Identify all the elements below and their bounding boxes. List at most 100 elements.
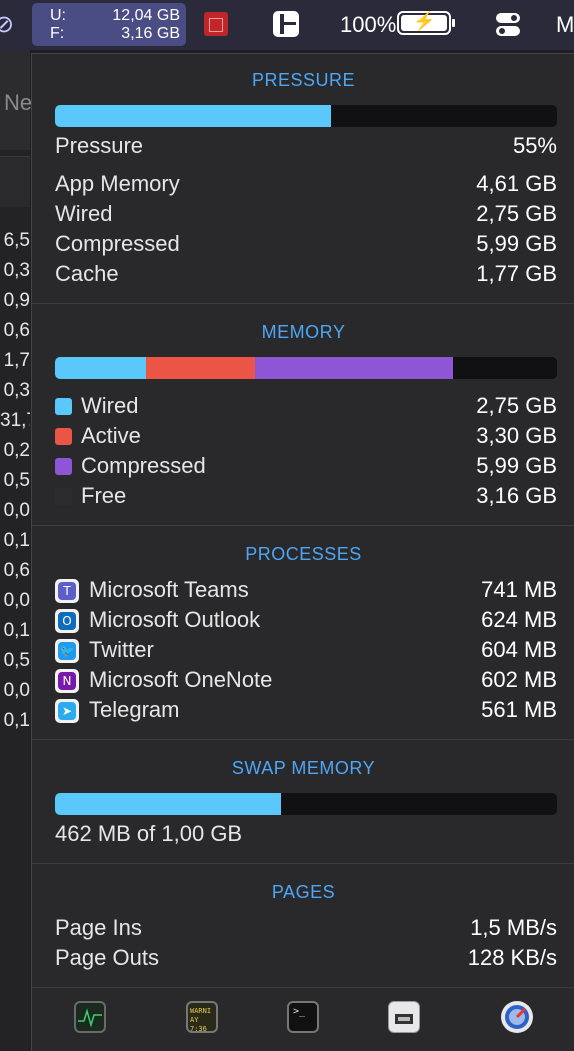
background-table-cell[interactable]: 0,0 [0,500,30,530]
section-divider [32,863,574,864]
background-table-cell[interactable]: 0,3 [0,260,30,290]
active-swatch [55,428,72,445]
memory-compressed-label: Compressed [81,453,206,478]
pressure-title: PRESSURE [251,70,356,90]
battery-icon[interactable]: ⚡ [397,11,455,35]
pressure-bar [55,105,557,127]
process-name: Twitter [89,637,154,662]
process-row[interactable]: N Microsoft OneNote 602 MB [55,667,557,695]
background-table-cell[interactable]: 0,6 [0,560,30,590]
memory-free-label: Free [81,483,127,508]
background-window: Ne 6,50,30,90,61,70,331,70,20,50,00,10,6… [0,50,32,1050]
memory-title: MEMORY [261,322,346,342]
process-name: Microsoft OneNote [89,667,273,692]
onenote-icon: N [55,669,79,693]
page-ins-row: Page Ins 1,5 MB/s [55,915,557,943]
pressure-value: 55% [512,133,557,158]
page-ins-value: 1,5 MB/s [470,915,557,940]
window-layout-icon[interactable] [272,10,300,38]
wired-label: Wired [55,201,113,226]
memory-used-value: 12,04 GB [112,7,180,24]
background-table-cell[interactable]: 0,3 [0,380,30,410]
app-memory-row: App Memory 4,61 GB [55,171,557,199]
process-memory: 604 MB [481,637,557,662]
outlook-icon: O [55,609,79,633]
disk-utility-icon[interactable] [501,1001,533,1033]
background-table-cell[interactable]: 0,1 [0,530,30,560]
memory-status-item[interactable]: U: 12,04 GB F: 3,16 GB [32,3,186,46]
activity-monitor-icon[interactable] [74,1001,106,1033]
background-table-cell[interactable]: 0,1 [0,620,30,650]
section-divider [32,525,574,526]
telegram-icon: ➤ [55,699,79,723]
compressed-label: Compressed [55,231,180,256]
process-name: Microsoft Outlook [89,607,261,632]
charging-bolt-icon: ⚡ [413,11,436,31]
process-row[interactable]: O Microsoft Outlook 624 MB [55,607,557,635]
process-row[interactable]: 🐦 Twitter 604 MB [55,637,557,665]
console-text-line: AY 7:36 [190,1016,207,1033]
memory-free-value: 3,16 GB [121,25,180,42]
memory-segment-wired [55,357,146,379]
app-menu-icon[interactable]: ⊘ [0,10,14,38]
cache-label: Cache [55,261,119,286]
process-row[interactable]: ➤ Telegram 561 MB [55,697,557,725]
memory-active-value: 3,30 GB [476,423,557,448]
red-app-icon[interactable] [204,12,228,36]
page-outs-row: Page Outs 128 KB/s [55,945,557,973]
memory-segment-active [145,357,255,379]
pressure-label: Pressure [55,133,144,158]
teams-icon-glyph: T [58,582,76,600]
twitter-icon-glyph: 🐦 [58,642,76,660]
compressed-value: 5,99 GB [476,231,557,256]
battery-percent[interactable]: 100% [340,12,396,38]
terminal-icon[interactable]: >_ [287,1001,319,1033]
pressure-bar-fill [55,105,332,127]
background-table-cell[interactable]: 0,2 [0,440,30,470]
process-name: Telegram [89,697,180,722]
background-table-cell[interactable]: 0,0 [0,680,30,710]
teams-icon: T [55,579,79,603]
memory-free-value-row: 3,16 GB [476,483,557,508]
background-table-cell[interactable]: 1,7 [0,350,30,380]
console-icon[interactable]: WARNI AY 7:36 [186,1001,218,1033]
process-row[interactable]: T Microsoft Teams 741 MB [55,577,557,605]
process-memory: 624 MB [481,607,557,632]
menu-bar-trailing-item[interactable]: M [556,12,574,38]
background-table-cell[interactable]: 0,5 [0,650,30,680]
pressure-row: Pressure 55% [55,133,557,161]
background-table-cell[interactable]: 6,5 [0,230,30,260]
background-table-cell[interactable]: 0,5 [0,470,30,500]
wired-swatch [55,398,72,415]
telegram-icon-glyph: ➤ [58,702,76,720]
swap-bar-fill [55,793,281,815]
background-table-cell[interactable]: 0,1 [0,710,30,740]
memory-legend-compressed: Compressed 5,99 GB [55,453,557,481]
menu-bar: ⊘ U: 12,04 GB F: 3,16 GB 100% ⚡ M [0,0,574,50]
process-memory: 602 MB [481,667,557,692]
app-memory-label: App Memory [55,171,180,196]
memory-active-label: Active [81,423,141,448]
column-header[interactable]: Ne [4,90,32,116]
system-information-icon[interactable] [388,1001,420,1033]
background-table-cell[interactable]: 0,9 [0,290,30,320]
control-center-icon[interactable] [494,10,522,38]
twitter-icon: 🐦 [55,639,79,663]
process-name: Microsoft Teams [89,577,249,602]
memory-wired-value: 2,75 GB [476,393,557,418]
background-table-cell[interactable]: 0,6 [0,320,30,350]
memory-segment-free [452,357,557,379]
memory-compressed-value: 5,99 GB [476,453,557,478]
memory-used-key: U: [50,7,66,24]
page-ins-label: Page Ins [55,915,142,940]
processes-title: PROCESSES [245,544,362,564]
memory-wired-label: Wired [81,393,139,418]
page-outs-label: Page Outs [55,945,159,970]
background-table-cell[interactable]: 0,0 [0,590,30,620]
memory-legend-free: Free 3,16 GB [55,483,557,511]
background-window-subheader [0,156,30,207]
wired-value: 2,75 GB [476,201,557,226]
cache-value: 1,77 GB [476,261,557,286]
memory-popover: PRESSURE Pressure 55% App Memory 4,61 GB… [31,53,574,1051]
background-table-cell[interactable]: 31,7 [0,410,30,440]
